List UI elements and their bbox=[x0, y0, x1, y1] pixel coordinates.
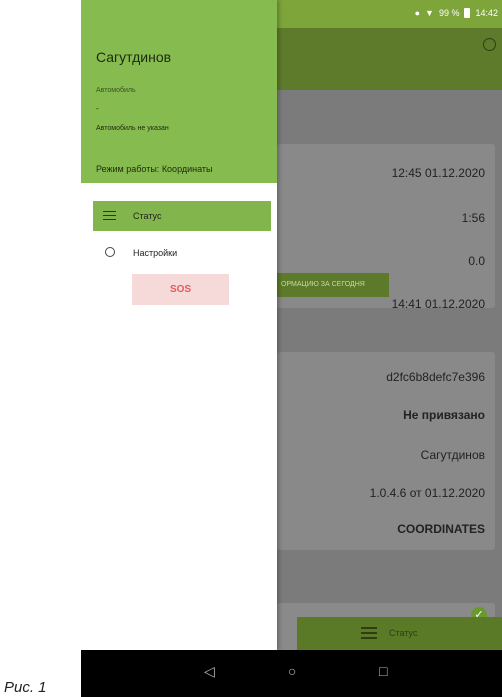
device-id: d2fc6b8defc7e396 bbox=[386, 370, 485, 384]
clock: 14:42 bbox=[475, 8, 498, 18]
mode-value: COORDINATES bbox=[397, 522, 485, 536]
user-name-value: Сагутдинов bbox=[420, 448, 485, 462]
app-version: 1.0.4.6 от 01.12.2020 bbox=[369, 486, 485, 500]
gear-icon bbox=[105, 247, 115, 257]
menu-item-settings[interactable]: Настройки bbox=[93, 238, 271, 268]
card-row-value: 0.0 bbox=[468, 254, 485, 268]
figure-caption: Рис. 1 bbox=[4, 679, 47, 696]
back-icon[interactable]: ◁ bbox=[204, 663, 215, 680]
card-row-value: 1:56 bbox=[461, 211, 485, 225]
list-icon bbox=[361, 627, 377, 639]
menu-item-status[interactable]: Статус bbox=[93, 201, 271, 231]
menu-item-label: Настройки bbox=[133, 248, 178, 258]
car-status: Автомобиль не указан bbox=[96, 125, 169, 132]
today-info-button[interactable]: ОРМАЦИЮ ЗА СЕГОДНЯ bbox=[277, 273, 389, 297]
card-row-value: 12:45 01.12.2020 bbox=[391, 166, 485, 180]
recents-icon[interactable]: □ bbox=[379, 663, 387, 679]
location-icon: ● bbox=[414, 8, 421, 18]
sos-button[interactable]: SOS bbox=[132, 274, 229, 305]
battery-percent: 99 % bbox=[438, 8, 460, 18]
system-nav-bar: ◁ ○ □ bbox=[81, 650, 502, 697]
car-value: - bbox=[96, 104, 99, 113]
home-icon[interactable]: ○ bbox=[288, 663, 296, 679]
system-indicators: ● ▼ 99 % 14:42 bbox=[415, 8, 498, 18]
navigation-drawer: Сагутдинов Автомобиль - Автомобиль не ук… bbox=[81, 0, 277, 650]
bottom-nav-label: Статус bbox=[389, 628, 418, 638]
power-icon[interactable] bbox=[483, 38, 496, 51]
menu-item-label: Статус bbox=[133, 211, 162, 221]
wifi-icon: ▼ bbox=[425, 8, 434, 18]
car-label: Автомобиль bbox=[96, 87, 136, 94]
drawer-header: Сагутдинов Автомобиль - Автомобиль не ук… bbox=[81, 0, 277, 183]
device-info-card: d2fc6b8defc7e396 Не привязано Сагутдинов… bbox=[277, 352, 495, 550]
binding-status: Не привязано bbox=[403, 408, 485, 422]
phone-screen: ● ▼ 99 % 14:42 12:45 01.12.2020 1:56 0.0… bbox=[81, 0, 502, 697]
driver-name: Сагутдинов bbox=[96, 49, 172, 65]
sliders-icon bbox=[103, 208, 117, 222]
battery-icon bbox=[464, 8, 471, 18]
card-row-value: 14:41 01.12.2020 bbox=[391, 297, 485, 311]
bottom-nav-status[interactable]: Статус bbox=[297, 617, 502, 650]
work-mode: Режим работы: Координаты bbox=[96, 164, 213, 174]
